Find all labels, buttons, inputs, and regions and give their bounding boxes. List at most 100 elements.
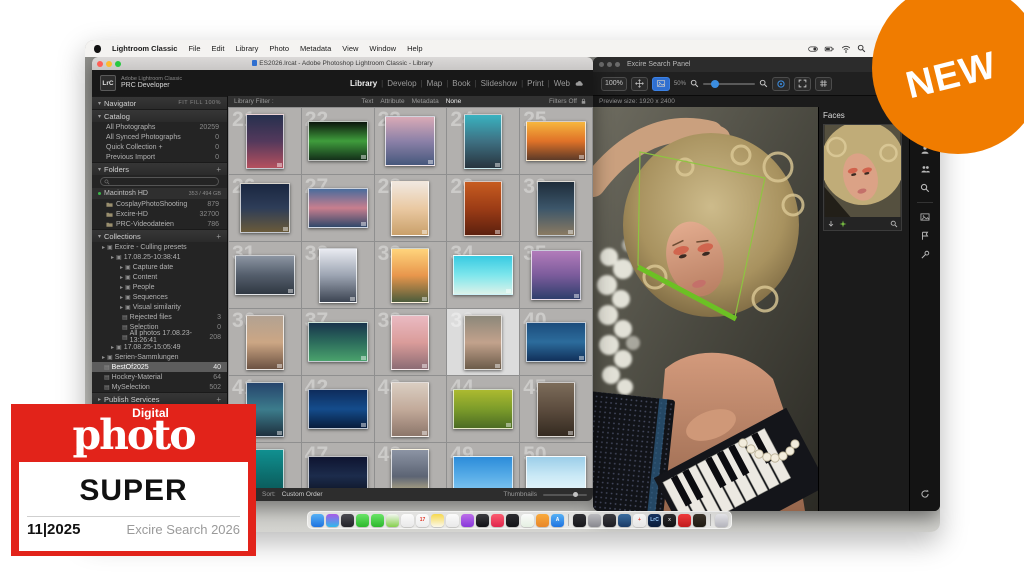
module-develop[interactable]: Develop [387,79,416,88]
filter-option-metadata[interactable]: Metadata [412,98,439,105]
grid-cell-22[interactable]: 22 [302,108,374,174]
collection-people[interactable]: ▸▣People [92,282,227,292]
grid-cell-38[interactable]: 38 [375,309,447,375]
close-button[interactable] [599,62,604,67]
disclosure-icon[interactable]: ▸ [102,244,105,251]
photo-thumbnail-29[interactable] [464,181,502,236]
collection-bestof2025[interactable]: ▤BestOf202540 [92,362,227,372]
dock-icon-bridge[interactable] [693,514,706,527]
fit-image-button[interactable] [652,77,670,91]
grid-cell-28[interactable]: 28 [375,175,447,241]
dock-icon-excire-app[interactable]: + [633,514,646,527]
grid-cell-21[interactable]: 21 [229,108,301,174]
disclosure-icon[interactable]: ▾ [98,233,101,240]
face-thumbnail[interactable] [823,124,902,231]
dock-icon-facetime[interactable] [371,514,384,527]
catalog-item-quick-collection[interactable]: Quick Collection +0 [92,142,227,152]
grid-overlay-button[interactable] [815,77,832,91]
zoom-out-icon[interactable] [690,79,699,88]
photo-thumbnail-32[interactable] [319,248,357,303]
grid-cell-50[interactable]: 50 [520,443,592,488]
dock-icon-finder[interactable] [311,514,324,527]
grid-cell-25[interactable]: 25 [520,108,592,174]
photo-thumbnail-50[interactable] [526,456,586,488]
module-library[interactable]: Library [350,79,377,88]
dock-icon-messages[interactable] [356,514,369,527]
grid-cell-47[interactable]: 47 [302,443,374,488]
photo-thumbnail-25[interactable] [526,121,586,161]
fullscreen-button[interactable] [794,77,811,91]
photo-thumbnail-40[interactable] [526,322,586,362]
zoom-button[interactable] [615,62,620,67]
dock-icon-calendar[interactable]: 17 [416,514,429,527]
add-publish-service-button[interactable]: + [216,395,221,404]
sort-value[interactable]: Custom Order [282,491,323,498]
photo-thumbnail-28[interactable] [391,181,429,236]
module-slideshow[interactable]: Slideshow [481,79,517,88]
collection-serien-sammlungen[interactable]: ▸▣Serien-Sammlungen [92,352,227,362]
dock-icon-reminders[interactable] [446,514,459,527]
grid-cell-36[interactable]: 36 [229,309,301,375]
photo-thumbnail-42[interactable] [308,389,368,429]
photo-thumbnail-37[interactable] [308,322,368,362]
add-folder-button[interactable]: + [216,165,221,174]
disclosure-icon[interactable]: ▸ [120,264,123,271]
disclosure-icon[interactable]: ▾ [98,166,101,173]
menu-item-file[interactable]: File [188,44,200,53]
dock-icon-capture-one[interactable] [603,514,616,527]
collection-excire-culling-presets[interactable]: ▸▣Excire - Culling presets [92,242,227,252]
dock-icon-settings[interactable] [588,514,601,527]
grid-cell-30[interactable]: 30 [520,175,592,241]
photo-thumbnail-22[interactable] [308,121,368,161]
photo-thumbnail-26[interactable] [240,183,290,233]
filter-option-none[interactable]: None [446,98,462,105]
photo-thumbnail-48[interactable] [391,449,429,489]
disclosure-icon[interactable]: ▸ [120,274,123,281]
grid-cell-26[interactable]: 26 [229,175,301,241]
wifi-icon[interactable] [841,44,851,54]
photo-thumbnail-27[interactable] [308,188,368,228]
folder-item-prc-videodateien[interactable]: PRC-Videodateien786 [92,219,227,229]
menu-item-lightroom-classic[interactable]: Lightroom Classic [112,44,177,53]
preview-pane[interactable] [593,107,818,511]
grid-cell-37[interactable]: 37 [302,309,374,375]
thumbnail-size-slider[interactable] [543,494,587,496]
folder-item-cosplayphotoshooting[interactable]: CosplayPhotoShooting879 [92,199,227,209]
photo-thumbnail-30[interactable] [537,181,575,236]
disclosure-icon[interactable]: ▾ [98,100,101,107]
photo-thumbnail-24[interactable] [464,114,502,169]
dock-icon-stocks[interactable] [506,514,519,527]
menu-item-photo[interactable]: Photo [269,44,289,53]
photo-thumbnail-36[interactable] [246,315,284,370]
collection-myselection[interactable]: ▤MySelection502 [92,382,227,392]
dock-icon-numbers[interactable] [521,514,534,527]
disclosure-icon[interactable]: ▸ [111,344,114,351]
grid-cell-40[interactable]: 40 [520,309,592,375]
volume-row[interactable]: Macintosh HD 353 / 494 GB [92,188,227,199]
dock-icon-podcasts[interactable] [461,514,474,527]
grid-cell-32[interactable]: 32 [302,242,374,308]
filter-option-attribute[interactable]: Attribute [380,98,404,105]
catalog-header[interactable]: ▾ Catalog [92,109,227,122]
minimize-button[interactable] [607,62,612,67]
disclosure-icon[interactable]: ▸ [98,396,101,403]
collection-content[interactable]: ▸▣Content [92,272,227,282]
flag-icon[interactable] [920,231,930,241]
module-web[interactable]: Web [554,79,570,88]
zoom-in-icon[interactable] [759,79,768,88]
target-button[interactable] [772,77,790,91]
collection-sequences[interactable]: ▸▣Sequences [92,292,227,302]
photo-thumbnail-38[interactable] [391,315,429,370]
grid-cell-29[interactable]: 29 [447,175,519,241]
zoom-level-button[interactable]: 100% [601,77,627,91]
grid-cell-43[interactable]: 43 [375,376,447,442]
collection-capture-date[interactable]: ▸▣Capture date [92,262,227,272]
dock-icon-launchpad[interactable] [341,514,354,527]
grid-cell-44[interactable]: 44 [447,376,519,442]
grid-cell-49[interactable]: 49 [447,443,519,488]
photo-thumbnail-23[interactable] [385,116,435,166]
dock-icon-affinity[interactable]: x [663,514,676,527]
disclosure-icon[interactable]: ▾ [98,113,101,120]
dock-icon-keynote[interactable] [536,514,549,527]
search-icon[interactable] [920,183,930,193]
